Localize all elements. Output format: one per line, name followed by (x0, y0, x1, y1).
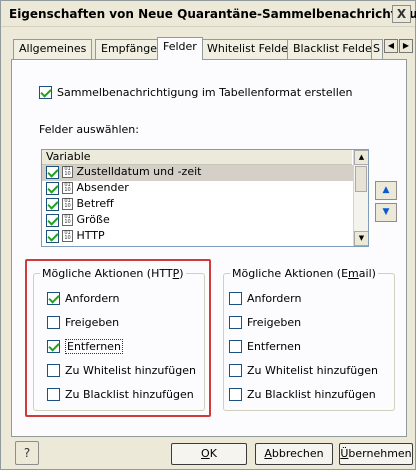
table-format-option[interactable]: Sammelbenachrichtigung im Tabellenformat… (39, 85, 353, 99)
email-freigeben-checkbox[interactable] (229, 315, 242, 329)
tab-scroll-right-icon[interactable]: ▶ (399, 39, 413, 53)
email-whitelist-checkbox[interactable] (229, 363, 242, 377)
scroll-down-icon[interactable]: ▼ (354, 231, 368, 246)
list-item[interactable]: 01 10 Größe (42, 213, 354, 229)
list-item[interactable]: 01 10 HTTP (42, 229, 354, 245)
email-blacklist-checkbox[interactable] (229, 387, 242, 401)
table-format-label: Sammelbenachrichtigung im Tabellenformat… (57, 85, 353, 99)
field-icon: 01 10 (62, 198, 73, 210)
tab-felder[interactable]: Felder (157, 37, 203, 60)
scroll-thumb[interactable] (355, 166, 367, 192)
window-title: Eigenschaften von Neue Quarantäne-Sammel… (9, 7, 416, 21)
list-item[interactable]: 01 10 Betreff (42, 197, 354, 213)
tab-allgemeines[interactable]: Allgemeines (13, 39, 93, 59)
field-icon: 01 10 (62, 166, 73, 178)
email-actions-title: Mögliche Aktionen (Email) (230, 267, 378, 280)
tab-whitelist-felder[interactable]: Whitelist Felder (201, 39, 299, 59)
field-icon: 01 10 (62, 182, 73, 194)
email-blacklist-option[interactable]: Zu Blacklist hinzufügen (229, 387, 376, 401)
fields-listbox[interactable]: Variable 01 10 Zustelldatum und -zeit 01 1… (41, 149, 369, 247)
help-icon: ? (23, 446, 31, 460)
email-anfordern-option[interactable]: Anfordern (229, 291, 301, 305)
field-checkbox[interactable] (46, 181, 59, 195)
title-bar: Eigenschaften von Neue Quarantäne-Sammel… (1, 1, 416, 27)
email-anfordern-checkbox[interactable] (229, 291, 242, 305)
list-item[interactable]: 01 10 Zustelldatum und -zeit (42, 165, 354, 181)
list-scrollbar[interactable]: ▲ ▼ (353, 150, 368, 246)
tab-blacklist-felder[interactable]: Blacklist Felder (287, 39, 383, 59)
highlight-annotation (25, 259, 211, 417)
tab-partial[interactable]: S (371, 39, 383, 59)
apply-button[interactable]: Übernehmen (339, 443, 413, 465)
fields-label: Felder auswählen: (39, 123, 139, 136)
ok-button[interactable]: OK (171, 443, 247, 465)
field-checkbox[interactable] (46, 165, 59, 179)
email-entfernen-checkbox[interactable] (229, 339, 242, 353)
table-format-checkbox[interactable] (39, 85, 52, 99)
field-icon: 01 10 (62, 230, 73, 242)
list-item[interactable]: 01 10 Absender (42, 181, 354, 197)
tab-strip: Allgemeines Empfänger Felder Whitelist F… (13, 37, 413, 60)
field-checkbox[interactable] (46, 213, 59, 227)
properties-dialog: Eigenschaften von Neue Quarantäne-Sammel… (0, 0, 416, 470)
tab-scroll-left-icon[interactable]: ◀ (384, 39, 398, 53)
close-button[interactable]: X (392, 5, 411, 23)
field-checkbox[interactable] (46, 229, 59, 243)
email-whitelist-option[interactable]: Zu Whitelist hinzufügen (229, 363, 378, 377)
help-button[interactable]: ? (15, 441, 39, 465)
scroll-up-icon[interactable]: ▲ (354, 150, 368, 165)
field-icon: 01 10 (62, 214, 73, 226)
email-entfernen-option[interactable]: Entfernen (229, 339, 301, 353)
column-header-variable[interactable]: Variable (42, 150, 352, 165)
cancel-button[interactable]: Abbrechen (255, 443, 333, 465)
email-freigeben-option[interactable]: Freigeben (229, 315, 301, 329)
field-checkbox[interactable] (46, 197, 59, 211)
move-up-button[interactable]: ▲ (375, 181, 397, 200)
move-down-button[interactable]: ▼ (375, 203, 397, 222)
